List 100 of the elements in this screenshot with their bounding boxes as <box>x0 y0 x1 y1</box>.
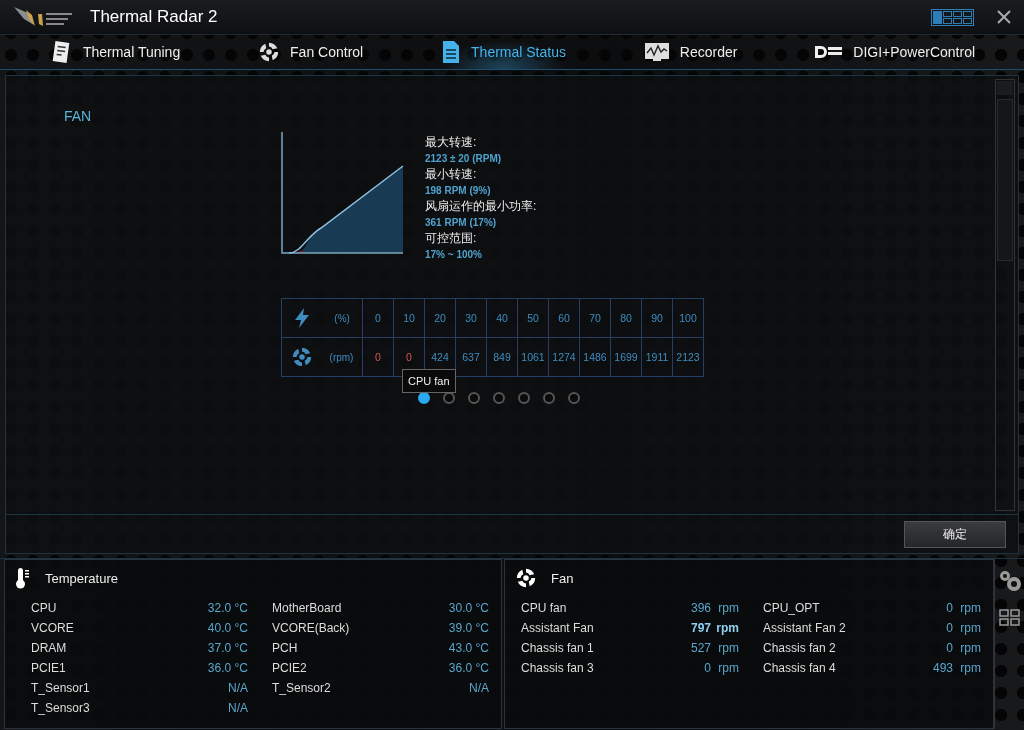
sensor-label: PCIE1 <box>31 661 67 675</box>
table-cell: 1274 <box>548 337 580 377</box>
sensor-value: 0 <box>946 641 953 655</box>
sensor-label: Chassis fan 1 <box>521 641 595 655</box>
scrollbar[interactable] <box>995 79 1015 511</box>
sensor-value: 0 <box>946 621 953 635</box>
tab[interactable]: Recorder <box>633 35 748 69</box>
fan-icon <box>258 41 281 63</box>
fan-icon <box>515 567 537 589</box>
info-value: 2123 ± 20 (RPM) <box>425 153 503 164</box>
document-icon <box>441 40 462 64</box>
table-cell: 2123 <box>672 337 704 377</box>
page-dot[interactable] <box>493 392 505 404</box>
table-cell: 849 <box>486 337 518 377</box>
unit-label: (rpm) <box>329 351 354 363</box>
unit-label: rpm <box>715 621 739 635</box>
tab[interactable]: Fan Control <box>248 35 374 69</box>
table-cell: 30 <box>455 298 487 338</box>
sensor-value: 527 <box>690 641 711 655</box>
unit-label: rpm <box>717 641 739 655</box>
sensor-label: CPU_OPT <box>763 601 821 615</box>
sensor-label: T_Sensor3 <box>31 701 91 715</box>
sensor-value: 30.0 °C <box>448 601 489 615</box>
table-cell: 50 <box>517 298 549 338</box>
table-cell: 1699 <box>610 337 642 377</box>
table-cell: 40 <box>486 298 518 338</box>
sensor-value: 396 <box>690 601 711 615</box>
sensor-value: N/A <box>228 681 248 695</box>
info-value: 198 RPM (9%) <box>425 185 492 196</box>
sensor-label: Chassis fan 4 <box>763 661 837 675</box>
fan-icon <box>290 346 313 368</box>
sensor-label: VCORE(Back) <box>272 621 351 635</box>
sensor-value: 32.0 °C <box>207 601 248 615</box>
ok-button[interactable]: 确定 <box>904 520 1006 548</box>
sensor-value: 36.0 °C <box>207 661 248 675</box>
sensor-label: T_Sensor2 <box>272 681 332 695</box>
sensor-value: N/A <box>469 681 489 695</box>
info-label: 最大转速: <box>425 134 478 151</box>
table-cell: 70 <box>579 298 611 338</box>
unit-label: rpm <box>959 601 981 615</box>
table-cell: 0 <box>362 298 394 338</box>
lightning-icon <box>294 308 311 328</box>
unit-label: rpm <box>717 601 739 615</box>
panel-title: Temperature <box>45 570 118 586</box>
tab[interactable]: DIGI+PowerControl <box>805 35 986 69</box>
unit-label: rpm <box>717 661 739 675</box>
digi-logo-icon <box>815 45 844 59</box>
page-dot[interactable] <box>568 392 580 404</box>
sensor-value: 797 <box>690 621 711 635</box>
info-label: 最小转速: <box>425 166 478 183</box>
panel-title: Fan <box>551 570 574 586</box>
window-title: Thermal Radar 2 <box>90 7 219 27</box>
sensor-value: 36.0 °C <box>448 661 489 675</box>
sensor-value: 37.0 °C <box>207 641 248 655</box>
sensor-value: N/A <box>228 701 248 715</box>
tab[interactable]: Thermal Tuning <box>38 35 191 69</box>
sensor-value: 43.0 °C <box>448 641 489 655</box>
sensor-value: 39.0 °C <box>448 621 489 635</box>
page-dot[interactable] <box>543 392 555 404</box>
sensor-label: DRAM <box>31 641 68 655</box>
unit-label: rpm <box>959 621 981 635</box>
unit-label: rpm <box>959 661 981 675</box>
info-label: 风扇运作的最小功率: <box>425 198 537 215</box>
table-cell: 0 <box>362 337 394 377</box>
table-cell: 80 <box>610 298 642 338</box>
table-cell: 90 <box>641 298 673 338</box>
thermometer-icon <box>15 567 31 589</box>
sensor-value: 493 <box>932 661 953 675</box>
unit-label: rpm <box>959 641 981 655</box>
table-cell: 20 <box>424 298 456 338</box>
sensor-label: Chassis fan 3 <box>521 661 595 675</box>
sensor-label: Assistant Fan <box>521 621 595 635</box>
table-cell: 100 <box>672 298 704 338</box>
layout-icon[interactable] <box>931 8 974 26</box>
info-label: 可控范围: <box>425 230 478 247</box>
unit-label: (%) <box>334 312 350 324</box>
sensor-label: CPU fan <box>521 601 568 615</box>
table-cell: 1911 <box>641 337 673 377</box>
monitor-icon <box>643 42 670 62</box>
sensor-value: 0 <box>946 601 953 615</box>
grid-icon[interactable] <box>998 609 1021 627</box>
table-cell: 1486 <box>579 337 611 377</box>
sensor-label: PCIE2 <box>272 661 308 675</box>
sensor-label: T_Sensor1 <box>31 681 91 695</box>
page-dot[interactable] <box>518 392 530 404</box>
sensor-label: PCH <box>272 641 299 655</box>
close-button[interactable] <box>996 9 1012 25</box>
info-value: 361 RPM (17%) <box>425 217 498 228</box>
sensor-label: Assistant Fan 2 <box>763 621 847 635</box>
sensor-value: 40.0 °C <box>207 621 248 635</box>
section-heading: FAN <box>64 108 93 124</box>
table-cell: 1061 <box>517 337 549 377</box>
table-cell: 60 <box>548 298 580 338</box>
sensor-label: VCORE <box>31 621 75 635</box>
sensor-label: MotherBoard <box>272 601 343 615</box>
info-value: 17% ~ 100% <box>425 249 483 260</box>
tooltip: CPU fan <box>402 369 456 393</box>
page-dot[interactable] <box>468 392 480 404</box>
sensor-value: 0 <box>704 661 711 675</box>
sensor-label: Chassis fan 2 <box>763 641 837 655</box>
